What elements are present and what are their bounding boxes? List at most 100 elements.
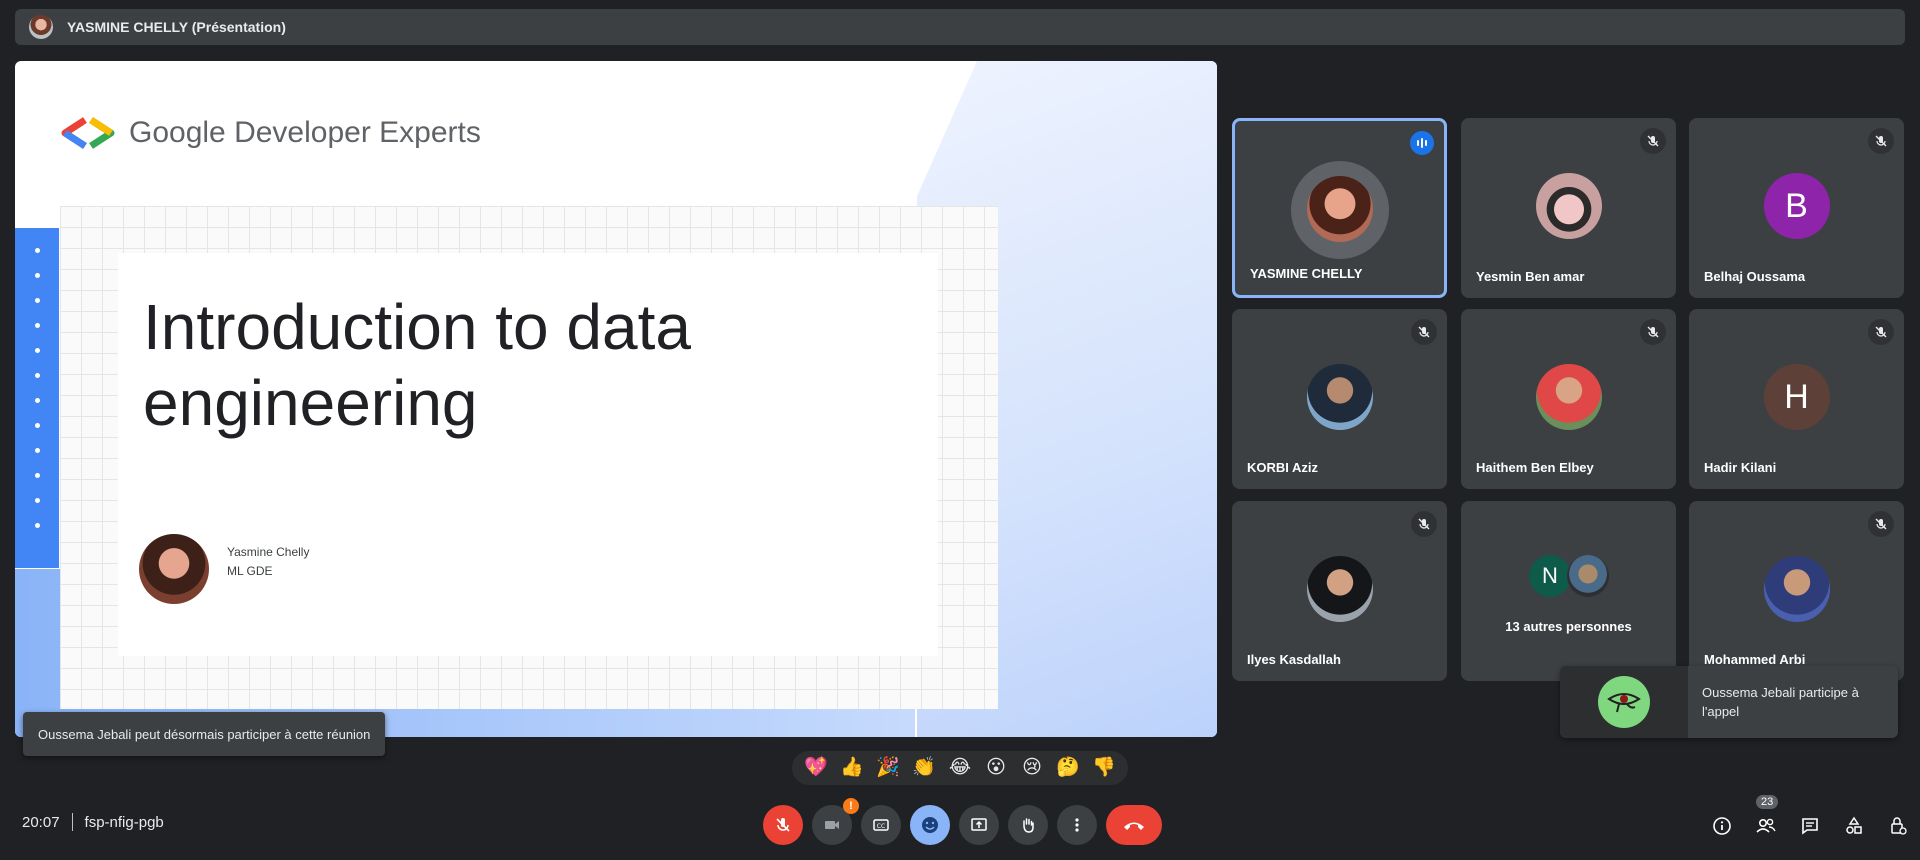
reaction-thumbs-up[interactable]: 👍 bbox=[834, 751, 870, 785]
side-panel-toolbar: 23 bbox=[1700, 795, 1920, 839]
speaker-photo bbox=[139, 534, 209, 604]
host-controls-button[interactable] bbox=[1876, 813, 1920, 839]
notification-avatar-area bbox=[1560, 666, 1688, 738]
participant-avatar bbox=[1306, 176, 1373, 242]
more-options-button[interactable] bbox=[1057, 805, 1097, 845]
participant-name: Ilyes Kasdallah bbox=[1247, 652, 1341, 667]
chat-icon bbox=[1802, 818, 1818, 835]
chat-button[interactable] bbox=[1788, 813, 1832, 839]
present-screen-icon bbox=[971, 818, 987, 831]
eye-of-horus-icon bbox=[1598, 676, 1650, 728]
participant-initial: N bbox=[1529, 555, 1571, 597]
participant-avatar bbox=[1306, 364, 1373, 430]
participant-name: Haithem Ben Elbey bbox=[1476, 460, 1594, 475]
activities-button[interactable] bbox=[1832, 813, 1876, 839]
participant-initial: H bbox=[1763, 364, 1830, 430]
slide-heading-line2: engineering bbox=[143, 367, 478, 439]
reaction-sad[interactable]: 😢 bbox=[1014, 751, 1050, 785]
speaking-indicator-icon bbox=[1410, 131, 1434, 155]
gde-brand-text: Google Developer Experts bbox=[129, 116, 481, 149]
info-icon bbox=[1713, 817, 1731, 835]
join-notification[interactable]: Oussema Jebali participe à l'appel bbox=[1560, 666, 1898, 738]
mic-off-icon bbox=[1868, 319, 1894, 345]
mic-off-icon bbox=[1411, 319, 1437, 345]
camera-off-icon bbox=[825, 821, 839, 829]
notification-text: Oussema Jebali participe à l'appel bbox=[1702, 685, 1859, 719]
participant-avatar bbox=[1567, 555, 1609, 597]
leave-call-button[interactable] bbox=[1106, 805, 1162, 845]
mic-off-icon bbox=[1411, 511, 1437, 537]
people-icon bbox=[1756, 818, 1776, 833]
captions-button[interactable]: CC bbox=[861, 805, 901, 845]
mic-off-icon bbox=[1868, 511, 1894, 537]
gde-chevrons-icon bbox=[61, 117, 115, 149]
mic-off-icon bbox=[776, 818, 790, 832]
participant-tile[interactable]: H Hadir Kilani bbox=[1689, 309, 1904, 489]
participant-avatar bbox=[1535, 364, 1602, 430]
mic-off-icon bbox=[1640, 128, 1666, 154]
toast-message: Oussema Jebali peut désormais participer… bbox=[23, 712, 386, 756]
meeting-time: 20:07 bbox=[22, 813, 60, 831]
presentation-slide: Google Developer Experts Introduction to… bbox=[15, 61, 1217, 737]
participant-tile[interactable]: Yesmin Ben amar bbox=[1461, 118, 1676, 298]
participant-initial: B bbox=[1763, 173, 1830, 239]
captions-icon: CC bbox=[873, 819, 889, 831]
participant-name: YASMINE CHELLY bbox=[1250, 266, 1363, 281]
participant-name: KORBI Aziz bbox=[1247, 460, 1319, 475]
camera-alert-badge: ! bbox=[843, 798, 859, 814]
reaction-thinking[interactable]: 🤔 bbox=[1050, 751, 1086, 785]
participant-tile[interactable]: Haithem Ben Elbey bbox=[1461, 309, 1676, 489]
reactions-button[interactable] bbox=[910, 805, 950, 845]
reaction-surprised[interactable]: 😮 bbox=[978, 751, 1014, 785]
people-button[interactable]: 23 bbox=[1744, 795, 1788, 839]
mic-toggle-button[interactable] bbox=[763, 805, 803, 845]
participant-name: Hadir Kilani bbox=[1704, 460, 1777, 475]
speaker-role: ML GDE bbox=[227, 564, 273, 578]
slide-blue-strip bbox=[15, 228, 59, 568]
svg-text:CC: CC bbox=[877, 823, 885, 830]
participant-tile[interactable]: KORBI Aziz bbox=[1232, 309, 1447, 489]
emoji-icon bbox=[922, 817, 938, 833]
slide-heading: Introduction to data engineering bbox=[143, 289, 843, 441]
participant-tile[interactable]: YASMINE CHELLY bbox=[1232, 118, 1447, 298]
others-tile[interactable]: N 13 autres personnes bbox=[1461, 501, 1676, 681]
hand-icon bbox=[1023, 818, 1034, 833]
reaction-bar: 💖 👍 🎉 👏 😂 😮 😢 🤔 👎 bbox=[792, 751, 1128, 785]
presenter-bar: YASMINE CHELLY (Présentation) bbox=[15, 9, 1905, 45]
meeting-code: fsp-nfig-pgb bbox=[84, 813, 164, 831]
participant-name: Yesmin Ben amar bbox=[1476, 269, 1585, 284]
reaction-clap[interactable]: 👏 bbox=[906, 751, 942, 785]
gde-logo: Google Developer Experts bbox=[57, 116, 481, 150]
participant-avatar bbox=[1306, 556, 1373, 622]
participant-tile[interactable]: Ilyes Kasdallah bbox=[1232, 501, 1447, 681]
mic-off-icon bbox=[1640, 319, 1666, 345]
speaker-name: Yasmine Chelly bbox=[227, 545, 310, 559]
presenter-avatar bbox=[29, 15, 53, 39]
camera-toggle-button[interactable]: ! bbox=[812, 798, 859, 845]
participants-count-badge: 23 bbox=[1756, 795, 1779, 809]
reaction-party[interactable]: 🎉 bbox=[870, 751, 906, 785]
raise-hand-button[interactable] bbox=[1008, 805, 1048, 845]
divider bbox=[71, 813, 73, 831]
present-button[interactable] bbox=[959, 805, 999, 845]
others-count-label: 13 autres personnes bbox=[1505, 619, 1632, 634]
mic-off-icon bbox=[1868, 128, 1894, 154]
meeting-details-button[interactable] bbox=[1700, 813, 1744, 839]
participant-tile[interactable]: Mohammed Arbi bbox=[1689, 501, 1904, 681]
presenter-title: YASMINE CHELLY (Présentation) bbox=[67, 19, 286, 35]
reaction-heart[interactable]: 💖 bbox=[798, 751, 834, 785]
hang-up-icon bbox=[1124, 822, 1144, 830]
call-controls: ! CC bbox=[763, 798, 1171, 845]
reaction-thumbs-down[interactable]: 👎 bbox=[1086, 751, 1122, 785]
meeting-info: 20:07 fsp-nfig-pgb bbox=[22, 813, 164, 831]
participant-name: Belhaj Oussama bbox=[1704, 269, 1806, 284]
participant-tile[interactable]: B Belhaj Oussama bbox=[1689, 118, 1904, 298]
more-vert-icon bbox=[1075, 818, 1079, 832]
reaction-laugh[interactable]: 😂 bbox=[942, 751, 978, 785]
participant-name: Mohammed Arbi bbox=[1704, 652, 1806, 667]
lock-person-icon bbox=[1891, 817, 1907, 835]
slide-heading-line1: Introduction to data bbox=[143, 291, 691, 363]
participant-avatar bbox=[1535, 173, 1602, 239]
activities-icon bbox=[1846, 816, 1862, 834]
participant-avatar bbox=[1763, 556, 1830, 622]
